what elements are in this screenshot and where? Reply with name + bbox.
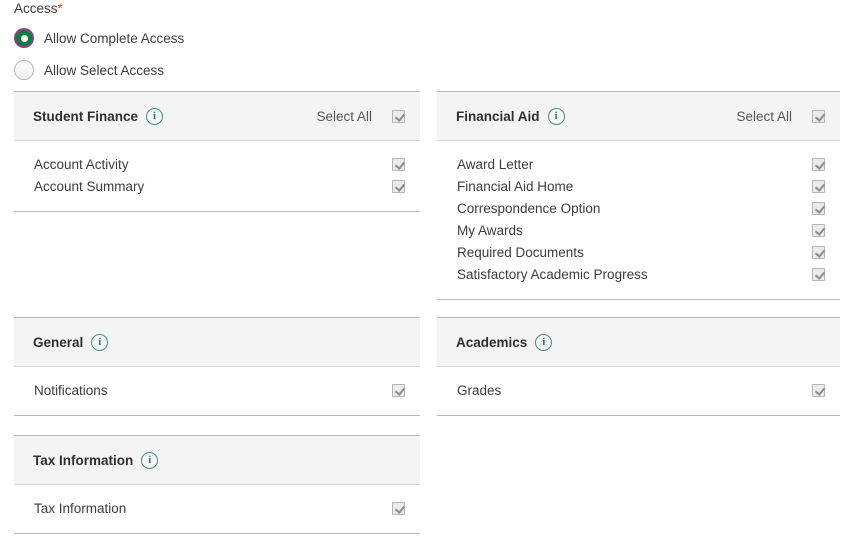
panel-body: Account Activity Account Summary: [14, 141, 420, 212]
access-field-label: Access*: [14, 0, 63, 18]
permission-option-label: Grades: [457, 382, 502, 398]
radio-allow-complete-access[interactable]: Allow Complete Access: [14, 27, 184, 49]
permission-option-row[interactable]: Award Letter: [437, 153, 840, 175]
permission-option-checkbox[interactable]: [812, 179, 825, 193]
panel-body: Grades: [437, 367, 840, 416]
permission-option-row[interactable]: Account Activity: [14, 153, 420, 175]
panel-header: General i: [14, 317, 420, 367]
panel-header: Financial Aid i Select All: [437, 91, 840, 141]
permission-option-row[interactable]: Financial Aid Home: [437, 175, 840, 197]
panel-title: Academics: [456, 334, 528, 350]
info-icon[interactable]: i: [547, 107, 565, 125]
permission-panel: Tax Information i Tax Information: [14, 435, 420, 534]
permission-panel: Academics i Grades: [437, 317, 840, 416]
permission-option-row[interactable]: Correspondence Option: [437, 197, 840, 219]
select-all-checkbox[interactable]: [392, 109, 405, 123]
select-all-checkbox[interactable]: [812, 109, 825, 123]
info-icon[interactable]: i: [146, 107, 164, 125]
panel-title: Tax Information: [33, 452, 134, 468]
select-all-link[interactable]: Select All: [736, 109, 792, 124]
panel-title: Student Finance: [33, 108, 139, 124]
access-permissions-form: Access* Allow Complete Access Allow Sele…: [0, 0, 860, 554]
permission-option-checkbox[interactable]: [392, 383, 405, 397]
required-asterisk: *: [57, 1, 63, 16]
permission-option-row[interactable]: My Awards: [437, 219, 840, 241]
select-all-link[interactable]: Select All: [316, 109, 372, 124]
permission-option-label: Award Letter: [457, 156, 534, 172]
permission-option-label: Correspondence Option: [457, 200, 601, 216]
permission-option-label: Financial Aid Home: [457, 178, 574, 194]
permission-option-row[interactable]: Tax Information: [14, 497, 420, 519]
permission-option-checkbox[interactable]: [812, 383, 825, 397]
permission-option-checkbox[interactable]: [392, 179, 405, 193]
permission-option-label: Required Documents: [457, 244, 584, 260]
permission-option-label: Tax Information: [34, 500, 127, 516]
permission-option-row[interactable]: Required Documents: [437, 241, 840, 263]
permission-option-row[interactable]: Grades: [437, 379, 840, 401]
permission-panel: General i Notifications: [14, 317, 420, 416]
panel-body: Award Letter Financial Aid Home Correspond…: [437, 141, 840, 300]
radio-selected-icon[interactable]: [14, 28, 34, 48]
panel-body: Tax Information: [14, 485, 420, 534]
permission-option-label: Account Summary: [34, 178, 145, 194]
panel-header: Tax Information i: [14, 435, 420, 485]
permission-option-label: Account Activity: [34, 156, 129, 172]
permission-option-checkbox[interactable]: [392, 501, 405, 515]
info-icon[interactable]: i: [535, 333, 553, 351]
panel-title: General: [33, 334, 84, 350]
permission-option-row[interactable]: Satisfactory Academic Progress: [437, 263, 840, 285]
permission-option-row[interactable]: Notifications: [14, 379, 420, 401]
permission-panel: Student Finance i Select All Account Activi…: [14, 91, 420, 212]
permission-option-checkbox[interactable]: [812, 223, 825, 237]
radio-allow-select-access[interactable]: Allow Select Access: [14, 59, 164, 81]
info-icon[interactable]: i: [91, 333, 109, 351]
permission-option-row[interactable]: Account Summary: [14, 175, 420, 197]
panel-header: Academics i: [437, 317, 840, 367]
permission-option-label: Satisfactory Academic Progress: [457, 266, 648, 282]
permission-panel: Financial Aid i Select All Award Letter Fina…: [437, 91, 840, 300]
permission-option-checkbox[interactable]: [812, 201, 825, 215]
panel-title: Financial Aid: [456, 108, 540, 124]
permission-option-label: My Awards: [457, 222, 523, 238]
permission-option-checkbox[interactable]: [812, 267, 825, 281]
radio-unselected-icon[interactable]: [14, 60, 34, 80]
permission-option-checkbox[interactable]: [812, 245, 825, 259]
permission-option-label: Notifications: [34, 382, 108, 398]
panel-body: Notifications: [14, 367, 420, 416]
info-icon[interactable]: i: [141, 451, 159, 469]
permission-option-checkbox[interactable]: [392, 157, 405, 171]
panel-header: Student Finance i Select All: [14, 91, 420, 141]
permission-option-checkbox[interactable]: [812, 157, 825, 171]
access-label-text: Access: [14, 1, 58, 16]
radio-allow-select-access-label: Allow Select Access: [44, 62, 165, 78]
radio-allow-complete-access-label: Allow Complete Access: [44, 30, 185, 46]
